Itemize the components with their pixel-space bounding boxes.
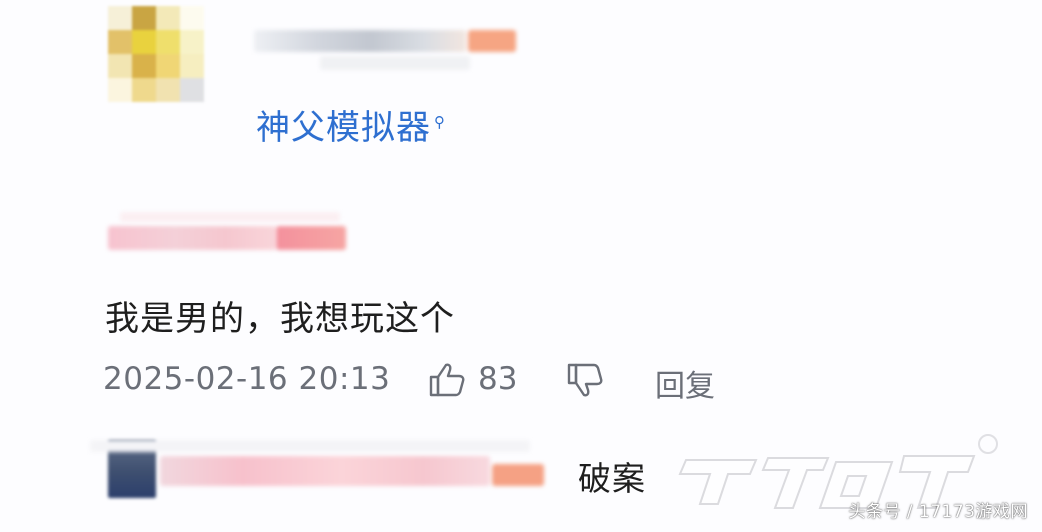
search-link-text[interactable]: 神父模拟器: [256, 108, 431, 148]
avatar[interactable]: [108, 6, 204, 102]
reply-button[interactable]: 回复: [655, 361, 715, 405]
thumbs-up-icon[interactable]: [428, 362, 466, 398]
comment-timestamp: 2025-02-16 20:13: [103, 361, 391, 397]
search-link[interactable]: 神父模拟器 ⚲: [256, 100, 446, 149]
commenter-badge-redacted: [276, 226, 346, 250]
watermark-text: 头条号 / 17173游戏网: [848, 502, 1028, 522]
replier-subline-redacted: [90, 440, 530, 452]
comment-text: 我是男的，我想玩这个: [105, 299, 455, 339]
commenter-name-redacted: [108, 226, 276, 250]
user-badge-redacted: [468, 30, 516, 52]
replier-name-redacted: [160, 456, 490, 486]
thumbs-down-icon[interactable]: [566, 362, 604, 398]
reply-text: 破案: [578, 459, 646, 498]
like-count: 83: [478, 361, 518, 397]
commenter-subline-redacted: [120, 212, 340, 222]
search-icon[interactable]: ⚲: [434, 113, 446, 131]
replier-badge-redacted: [492, 464, 544, 486]
user-subline-redacted: [320, 56, 470, 70]
username-redacted: [254, 30, 466, 52]
